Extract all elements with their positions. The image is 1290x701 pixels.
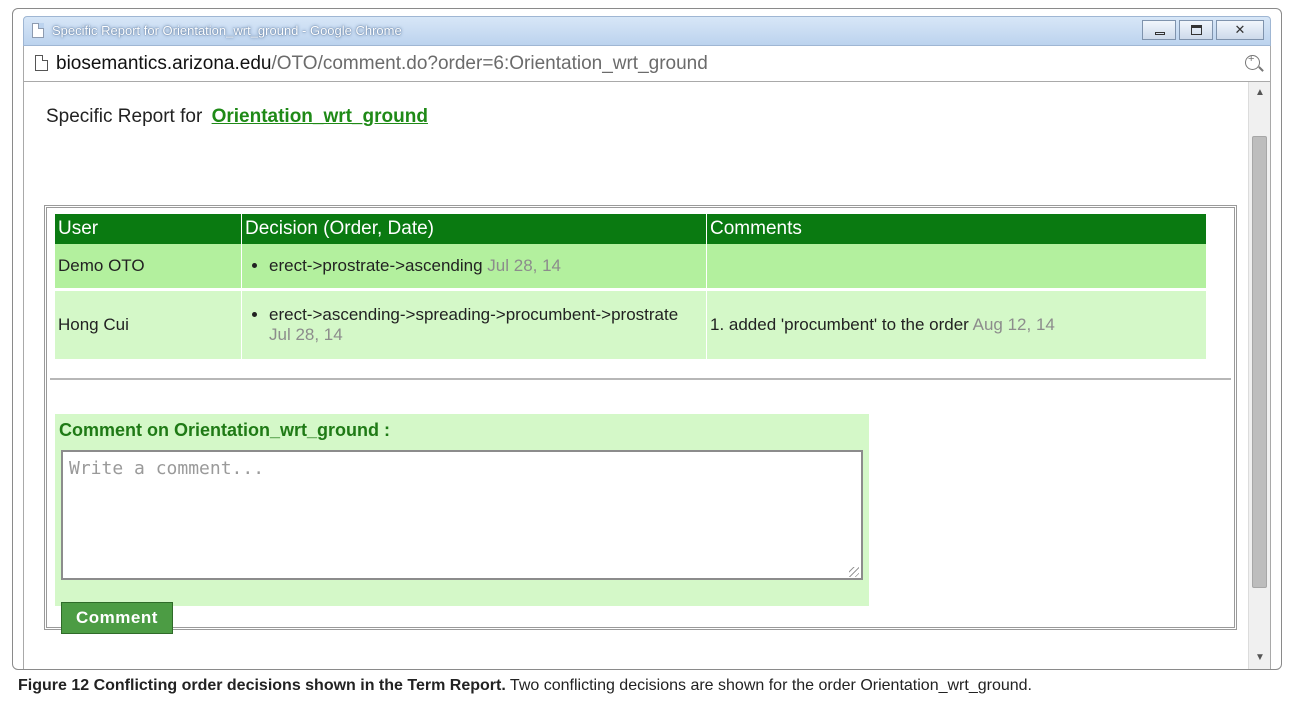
cell-comments xyxy=(706,244,1207,291)
scroll-down-icon[interactable]: ▼ xyxy=(1249,647,1271,669)
page-icon xyxy=(35,55,48,71)
cell-user: Hong Cui xyxy=(55,289,242,359)
page-title-prefix: Specific Report for xyxy=(46,106,203,127)
comment-form: Comment on Orientation_wrt_ground : Comm… xyxy=(55,414,869,634)
decision-item: erect->prostrate->ascending Jul 28, 14 xyxy=(269,256,703,276)
comment-text: 1. added 'procumbent' to the order xyxy=(710,315,969,334)
page-viewport: Specific Report for Orientation_wrt_grou… xyxy=(23,82,1271,669)
close-icon: ✕ xyxy=(1234,22,1246,37)
maximize-icon xyxy=(1191,25,1202,35)
column-header-comments: Comments xyxy=(706,214,1207,244)
zoom-icon[interactable] xyxy=(1245,53,1260,70)
window-controls: ✕ xyxy=(1142,20,1264,40)
resize-handle-icon[interactable] xyxy=(849,567,859,577)
cell-decision: erect->ascending->spreading->procumbent-… xyxy=(241,289,707,359)
divider xyxy=(50,378,1231,380)
report-panel: User Decision (Order, Date) Comments Dem… xyxy=(44,205,1237,634)
maximize-button[interactable] xyxy=(1179,20,1213,40)
comment-form-label: Comment on Orientation_wrt_ground : xyxy=(59,420,390,440)
cell-decision: erect->prostrate->ascending Jul 28, 14 xyxy=(241,244,707,291)
comment-button[interactable]: Comment xyxy=(61,602,173,634)
table-row: Hong Cui erect->ascending->spreading->pr… xyxy=(55,289,1207,359)
scroll-thumb[interactable] xyxy=(1252,136,1267,588)
url-host: biosemantics.arizona.edu xyxy=(56,53,272,74)
caption-text: Two conflicting decisions are shown for … xyxy=(509,677,1032,694)
column-header-decision: Decision (Order, Date) xyxy=(241,214,707,244)
close-button[interactable]: ✕ xyxy=(1216,20,1264,40)
cell-comments: 1. added 'procumbent' to the order Aug 1… xyxy=(706,289,1207,359)
column-header-user: User xyxy=(55,214,242,244)
decisions-table: User Decision (Order, Date) Comments Dem… xyxy=(55,214,1207,359)
url-path: /OTO/comment.do?order=6:Orientation_wrt_… xyxy=(271,53,708,74)
decision-item: erect->ascending->spreading->procumbent-… xyxy=(269,305,703,345)
cell-user: Demo OTO xyxy=(55,244,242,291)
comment-textarea[interactable] xyxy=(61,450,863,580)
table-header-row: User Decision (Order, Date) Comments xyxy=(55,214,1207,244)
table-row: Demo OTO erect->prostrate->ascending Jul… xyxy=(55,244,1207,291)
caption-title: Figure 12 Conflicting order decisions sh… xyxy=(18,677,506,694)
figure-caption: Figure 12 Conflicting order decisions sh… xyxy=(18,677,1032,695)
address-bar[interactable]: biosemantics.arizona.edu/OTO/comment.do?… xyxy=(23,46,1271,82)
url-text[interactable]: biosemantics.arizona.edu/OTO/comment.do?… xyxy=(56,53,708,75)
minimize-button[interactable] xyxy=(1142,20,1176,40)
vertical-scrollbar[interactable]: ▲ ▼ xyxy=(1248,82,1270,669)
decision-date: Jul 28, 14 xyxy=(269,325,343,344)
term-link[interactable]: Orientation_wrt_ground xyxy=(212,106,428,127)
decision-date: Jul 28, 14 xyxy=(487,256,562,275)
comment-date: Aug 12, 14 xyxy=(972,315,1055,334)
minimize-icon xyxy=(1155,32,1165,35)
decision-order: erect->ascending->spreading->procumbent-… xyxy=(269,305,679,324)
window-title: Specific Report for Orientation_wrt_grou… xyxy=(52,23,402,38)
scroll-up-icon[interactable]: ▲ xyxy=(1249,82,1271,104)
browser-window: Specific Report for Orientation_wrt_grou… xyxy=(12,8,1282,670)
decision-order: erect->prostrate->ascending xyxy=(269,256,483,275)
title-bar: Specific Report for Orientation_wrt_grou… xyxy=(23,16,1271,46)
page-title: Specific Report for Orientation_wrt_grou… xyxy=(46,106,428,128)
page-icon xyxy=(32,23,44,38)
